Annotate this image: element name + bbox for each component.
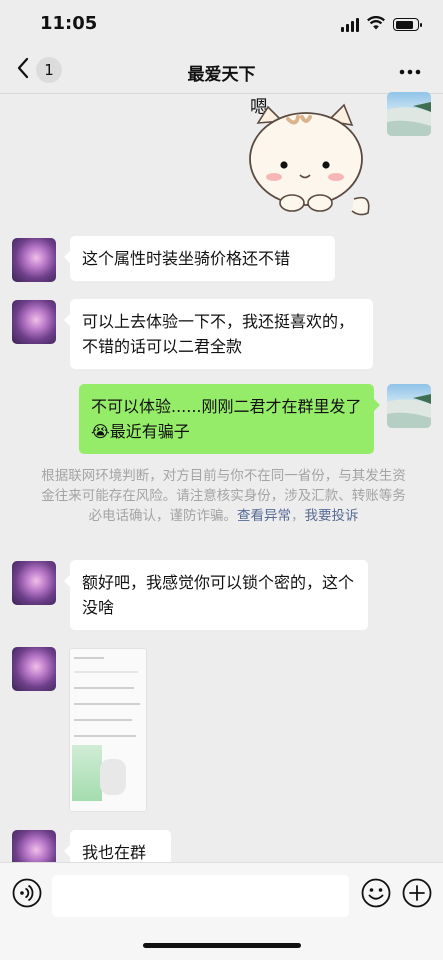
avatar-self[interactable] (387, 384, 431, 428)
more-button[interactable] (399, 60, 421, 79)
home-indicator (143, 943, 301, 948)
message-bubble-other[interactable]: 这个属性时装坐骑价格还不错 (64, 236, 335, 281)
avatar-self[interactable] (387, 92, 431, 136)
status-icons (341, 15, 422, 34)
avatar-contact[interactable] (12, 238, 56, 282)
image-message[interactable] (69, 648, 147, 812)
more-functions-button[interactable] (402, 878, 432, 912)
cat-sticker[interactable]: 嗯 (244, 95, 376, 221)
wifi-icon (367, 15, 385, 34)
message-bubble-other[interactable]: 可以上去体验一下不，我还挺喜欢的，不错的话可以二君全款 (64, 299, 373, 369)
message-input[interactable] (52, 875, 349, 917)
message-bubble-self[interactable]: 不可以体验......刚刚二君才在群里发了😭最近有骗子 (79, 384, 380, 454)
emoji-button[interactable] (361, 878, 391, 912)
message-bubble-other[interactable]: 额好吧，我感觉你可以锁个密的，这个没啥 (64, 560, 368, 630)
status-bar: 11:05 (0, 0, 443, 48)
chat-header: 1 最爱天下 (0, 48, 443, 94)
battery-icon (393, 18, 422, 31)
plus-icon (402, 878, 432, 912)
avatar-contact[interactable] (12, 647, 56, 691)
chat-title: 最爱天下 (187, 65, 256, 85)
report-link[interactable]: 我要投诉 (305, 508, 359, 524)
voice-icon (12, 878, 42, 912)
status-time: 11:05 (40, 13, 98, 34)
emoji-icon (361, 878, 391, 912)
avatar-contact[interactable] (12, 561, 56, 605)
cellular-signal-icon (341, 17, 359, 32)
risk-notice: 根据联网环境判断，对方目前与你不在同一省份，与其发生资金往来可能存在风险。请注意… (41, 468, 406, 524)
avatar-contact[interactable] (12, 300, 56, 344)
voice-button[interactable] (12, 878, 42, 912)
more-dots-icon (399, 60, 421, 79)
check-anomaly-link[interactable]: 查看异常 (237, 508, 291, 524)
